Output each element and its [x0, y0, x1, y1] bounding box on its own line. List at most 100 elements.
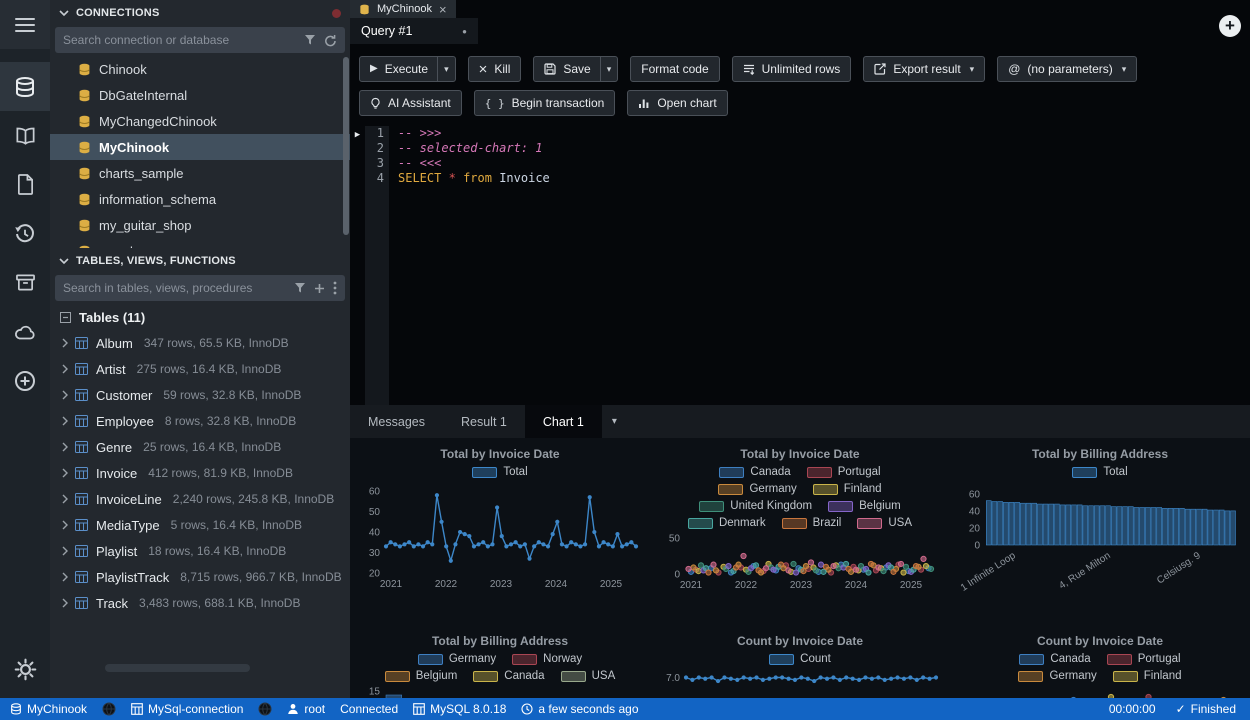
ai-assistant-label: AI Assistant: [388, 96, 451, 110]
table-name: MediaType: [96, 518, 160, 533]
tables-header[interactable]: TABLES, VIEWS, FUNCTIONS: [50, 248, 350, 274]
connection-item-mysql[interactable]: mysql: [50, 238, 350, 248]
result-tab-messages[interactable]: Messages: [350, 405, 443, 438]
table-item-Invoice[interactable]: Invoice412 rows, 81.9 KB, InnoDB: [50, 460, 350, 486]
sidebar-item-docs[interactable]: [0, 111, 50, 160]
result-tab-result-1[interactable]: Result 1: [443, 405, 525, 438]
tables-h-scrollbar[interactable]: [105, 664, 250, 672]
open-chart-button[interactable]: Open chart: [627, 90, 727, 116]
table-grid-icon: [413, 703, 425, 715]
status-connection-label: MySql-connection: [148, 702, 243, 716]
svg-text:2024: 2024: [845, 580, 868, 589]
result-tab-chart-1[interactable]: Chart 1: [525, 405, 602, 438]
status-globe-1: [102, 702, 116, 716]
table-item-Track[interactable]: Track3,483 rows, 688.1 KB, InnoDB: [50, 590, 350, 616]
close-icon[interactable]: ×: [439, 3, 447, 16]
add-connection-button[interactable]: [0, 356, 50, 405]
parameters-dropdown-icon: ▾: [1122, 64, 1127, 75]
add-icon[interactable]: [314, 283, 325, 294]
unlimited-rows-button[interactable]: Unlimited rows: [732, 56, 852, 82]
legend-item-USA: USA: [561, 670, 616, 682]
sql-editor[interactable]: ▶ 1234 -- >>>-- selected-chart: 1-- <<<S…: [350, 126, 1250, 405]
chart-plot: 02040601 Infinite Loop4, Rue MiltonCelsi…: [952, 482, 1248, 600]
table-item-Album[interactable]: Album347 rows, 65.5 KB, InnoDB: [50, 330, 350, 356]
connection-item-charts_sample[interactable]: charts_sample: [50, 160, 350, 186]
refresh-icon[interactable]: [324, 34, 337, 47]
legend-swatch: [857, 518, 882, 529]
kill-icon: ×: [479, 62, 488, 77]
tab-query-1[interactable]: Query #1 ●: [350, 18, 478, 44]
charts-grid: Total by Invoice DateTotal20304050602021…: [350, 438, 1250, 698]
connection-item-DbGateInternal[interactable]: DbGateInternal: [50, 82, 350, 108]
clock-icon: [521, 703, 533, 715]
table-item-Playlist[interactable]: Playlist18 rows, 16.4 KB, InnoDB: [50, 538, 350, 564]
export-icon: [874, 63, 886, 75]
svg-text:40: 40: [969, 506, 981, 517]
hamburger-icon: [15, 17, 35, 33]
new-tab-button[interactable]: +: [1219, 15, 1241, 37]
tables-group-label: Tables (11): [79, 310, 145, 325]
svg-text:50: 50: [369, 507, 381, 518]
connection-item-MyChangedChinook[interactable]: MyChangedChinook: [50, 108, 350, 134]
execute-dropdown[interactable]: ▾: [437, 57, 455, 81]
connection-label: MyChinook: [99, 140, 169, 155]
chevron-right-icon: [62, 442, 69, 452]
table-item-InvoiceLine[interactable]: InvoiceLine2,240 rows, 245.8 KB, InnoDB: [50, 486, 350, 512]
table-item-PlaylistTrack[interactable]: PlaylistTrack8,715 rows, 966.7 KB, InnoD…: [50, 564, 350, 590]
legend-item-Portugal: Portugal: [1107, 653, 1181, 665]
ai-assistant-button[interactable]: AI Assistant: [359, 90, 462, 116]
kill-button[interactable]: × Kill: [468, 56, 522, 82]
legend-item-Germany: Germany: [418, 653, 496, 665]
chevron-right-icon: [62, 520, 69, 530]
save-dropdown[interactable]: ▾: [600, 57, 618, 81]
database-icon: [359, 4, 370, 15]
connections-search: [55, 27, 345, 53]
menu-button[interactable]: [0, 0, 50, 49]
filter-icon[interactable]: [294, 282, 306, 294]
export-dropdown-icon: ▾: [970, 64, 975, 75]
sidebar-item-database[interactable]: [0, 62, 50, 111]
table-item-Employee[interactable]: Employee8 rows, 32.8 KB, InnoDB: [50, 408, 350, 434]
filter-icon[interactable]: [304, 34, 316, 46]
legend-item-Count: Count: [769, 653, 831, 665]
tab-list-dropdown-icon[interactable]: ▾: [602, 405, 627, 438]
tables-search-input[interactable]: [63, 281, 286, 295]
table-item-MediaType[interactable]: MediaType5 rows, 16.4 KB, InnoDB: [50, 512, 350, 538]
format-code-button[interactable]: Format code: [630, 56, 719, 82]
tables-group-row[interactable]: Tables (11): [50, 304, 350, 330]
parameters-button[interactable]: @ (no parameters) ▾: [997, 56, 1137, 82]
database-tab-group[interactable]: MyChinook ×: [350, 0, 456, 18]
connection-item-my_guitar_shop[interactable]: my_guitar_shop: [50, 212, 350, 238]
connections-search-input[interactable]: [63, 33, 296, 47]
sidebar-item-cloud[interactable]: [0, 307, 50, 356]
legend-item-Belgium: Belgium: [385, 670, 458, 682]
kebab-menu-icon[interactable]: [333, 281, 337, 295]
table-item-Genre[interactable]: Genre25 rows, 16.4 KB, InnoDB: [50, 434, 350, 460]
sidebar-item-history[interactable]: [0, 209, 50, 258]
unlimited-rows-icon: [743, 63, 755, 75]
run-line-icon[interactable]: ▶: [355, 130, 360, 140]
svg-text:2025: 2025: [900, 580, 923, 589]
chart-plot: 051015: [352, 686, 648, 698]
tables-search: [55, 275, 345, 301]
legend-swatch: [718, 484, 743, 495]
table-item-Customer[interactable]: Customer59 rows, 32.8 KB, InnoDB: [50, 382, 350, 408]
connection-item-information_schema[interactable]: information_schema: [50, 186, 350, 212]
database-icon: [78, 167, 91, 180]
legend-swatch: [813, 484, 838, 495]
table-item-Artist[interactable]: Artist275 rows, 16.4 KB, InnoDB: [50, 356, 350, 382]
connections-header[interactable]: CONNECTIONS: [50, 0, 350, 26]
sidebar-item-archive[interactable]: [0, 258, 50, 307]
save-button[interactable]: Save ▾: [533, 56, 618, 82]
export-result-button[interactable]: Export result ▾: [863, 56, 985, 82]
lightbulb-icon: [370, 97, 381, 110]
execute-button[interactable]: ▶ Execute ▾: [359, 56, 456, 82]
toolbar-primary: ▶ Execute ▾ × Kill Save ▾ Format code Un…: [350, 56, 1250, 82]
begin-transaction-button[interactable]: { } Begin transaction: [474, 90, 616, 116]
connections-scrollbar[interactable]: [343, 57, 349, 235]
sidebar-item-files[interactable]: [0, 160, 50, 209]
connection-item-Chinook[interactable]: Chinook: [50, 56, 350, 82]
tables-title: TABLES, VIEWS, FUNCTIONS: [76, 255, 236, 267]
settings-button[interactable]: [0, 645, 50, 694]
connection-item-MyChinook[interactable]: MyChinook: [50, 134, 350, 160]
